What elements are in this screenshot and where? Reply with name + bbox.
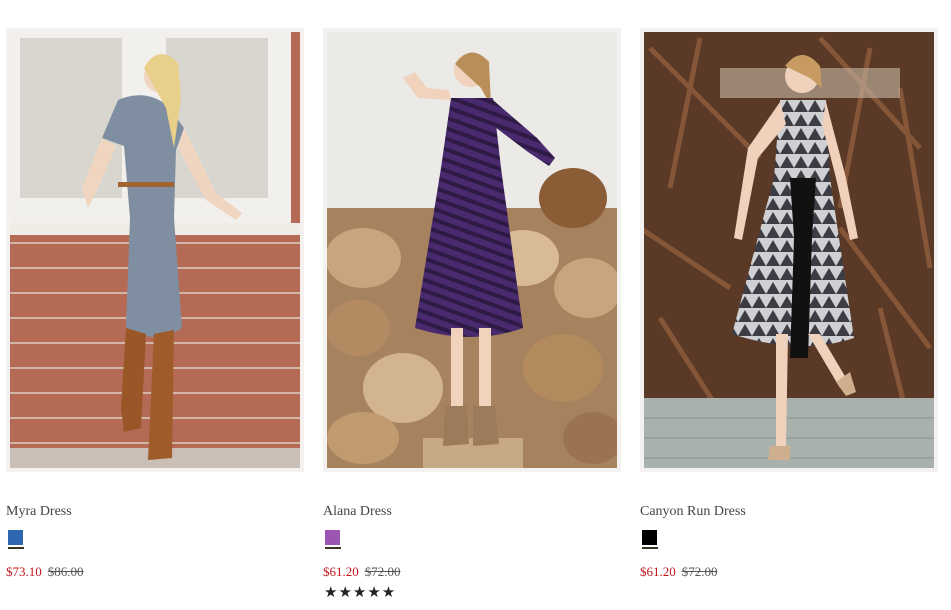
swatch-selected-underline (8, 547, 24, 549)
swatch-fill (8, 530, 23, 545)
original-price: $86.00 (47, 564, 84, 579)
product-image-canyon-run[interactable] (640, 28, 938, 472)
product-image-alana[interactable] (323, 28, 621, 472)
price-row: $73.10 $86.00 (6, 564, 84, 580)
product-grid: Myra Dress $73.10 $86.00 Alana Dress $61… (0, 0, 951, 610)
sale-price: $73.10 (6, 564, 42, 579)
product-name[interactable]: Canyon Run Dress (640, 504, 746, 520)
color-swatch-blue[interactable] (8, 530, 24, 549)
price-row: $61.20 $72.00 (323, 564, 401, 580)
product-card-canyon-run: Canyon Run Dress $61.20 $72.00 (640, 0, 940, 610)
rating-stars[interactable]: ★★★★★ (324, 583, 396, 601)
product-image-myra[interactable] (6, 28, 304, 472)
product-name[interactable]: Myra Dress (6, 504, 72, 520)
product-card-alana: Alana Dress $61.20 $72.00 ★★★★★ (323, 0, 623, 610)
product-card-myra: Myra Dress $73.10 $86.00 (6, 0, 306, 610)
color-swatch-black[interactable] (642, 530, 658, 549)
swatch-selected-underline (325, 547, 341, 549)
sale-price: $61.20 (640, 564, 676, 579)
sale-price: $61.20 (323, 564, 359, 579)
price-row: $61.20 $72.00 (640, 564, 718, 580)
swatch-fill (325, 530, 340, 545)
color-swatch-purple[interactable] (325, 530, 341, 549)
swatch-fill (642, 530, 657, 545)
original-price: $72.00 (364, 564, 401, 579)
swatch-selected-underline (642, 547, 658, 549)
original-price: $72.00 (681, 564, 718, 579)
product-name[interactable]: Alana Dress (323, 504, 392, 520)
